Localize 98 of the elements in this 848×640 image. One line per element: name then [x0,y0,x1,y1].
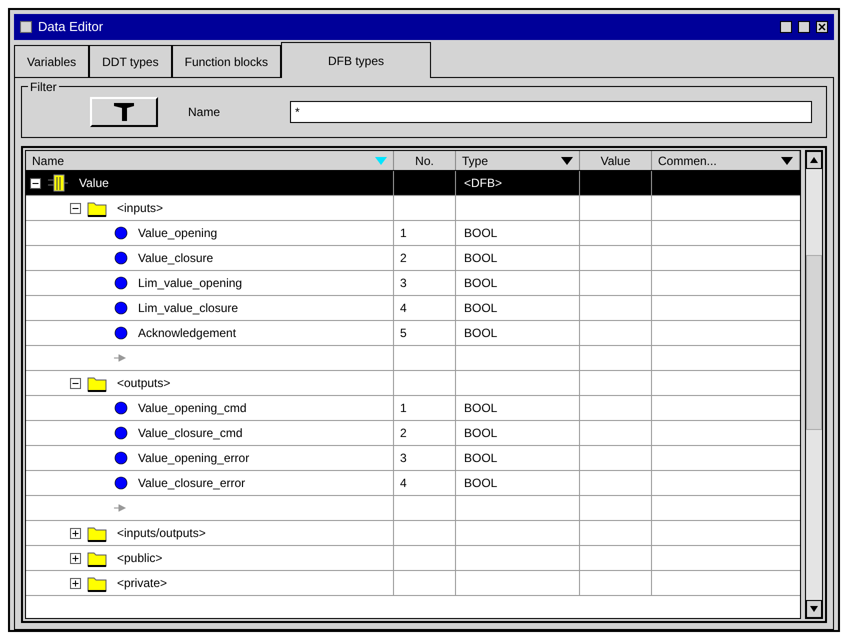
window-title: Data Editor [38,18,104,36]
variable-dot-icon [114,276,128,290]
column-header[interactable]: Commen... [652,151,800,170]
number-cell-text: 4 [400,475,407,492]
scroll-up-button[interactable] [806,151,822,169]
number-cell-text: 2 [400,425,407,442]
table-row[interactable]: <public> [26,546,800,571]
collapse-toggle-icon[interactable] [70,378,81,388]
table-row[interactable]: Lim_value_opening 3 BOOL [26,271,800,296]
variable-dot-icon [114,426,128,440]
close-icon[interactable] [816,21,828,33]
expand-toggle-icon[interactable] [70,578,81,588]
folder-icon [87,574,107,592]
table-row[interactable]: Acknowledgement 5 BOOL [26,321,800,346]
number-cell-text: 2 [400,250,407,267]
node-name: <private> [116,575,168,592]
expand-toggle-icon[interactable] [70,552,81,564]
tab[interactable]: DDT types [89,45,172,77]
variable-dot-icon [114,451,128,465]
collapse-toggle-icon[interactable] [30,178,41,188]
type-cell-text: <DFB> [464,175,502,192]
dropdown-triangle-icon[interactable] [561,156,573,164]
variable-dot-icon [114,226,128,240]
tab[interactable]: DFB types [280,42,431,78]
node-name: Lim_value_closure [137,300,240,317]
type-cell-text: BOOL [464,475,498,492]
variable-dot-icon [114,251,128,265]
table-row[interactable]: Value_closure 2 BOOL [26,246,800,271]
node-name: <public> [116,550,164,567]
type-cell-text: BOOL [464,450,498,467]
column-header[interactable]: No. [394,151,456,170]
down-arrow-icon [810,606,818,612]
table-row[interactable]: <outputs> [26,371,800,396]
folder-icon [87,200,107,216]
node-name: <outputs> [116,375,172,392]
variable-dot-icon [114,401,128,415]
number-cell-text: 1 [400,400,407,417]
node-name: <inputs> [116,200,164,217]
collapse-toggle-icon[interactable] [70,202,81,214]
filter-button[interactable] [90,97,158,127]
maximize-icon[interactable] [798,21,810,33]
scroll-down-button[interactable] [806,600,822,618]
variable-dot-icon [114,326,128,340]
node-name: Value_opening_error [137,450,250,467]
expand-toggle-icon[interactable] [70,528,81,538]
filter-icon [113,102,135,122]
number-cell-text: 3 [400,275,407,292]
table-row[interactable]: Value_opening 1 BOOL [26,221,800,246]
tab[interactable]: Variables [14,45,90,77]
table-row[interactable]: <inputs/outputs> [26,521,800,546]
variable-dot-icon [114,476,128,490]
table-row[interactable]: Value_opening_error 3 BOOL [26,446,800,471]
node-name: Value_closure_error [137,475,246,492]
name-label: Name [188,104,220,121]
number-cell-text: 1 [400,225,407,242]
pin-arrow-icon [114,504,126,512]
table-row[interactable]: <private> [26,571,800,596]
node-name: Acknowledgement [137,325,238,342]
pin-arrow-icon [114,354,126,362]
table-row[interactable]: Value_opening_cmd 1 BOOL [26,396,800,421]
number-cell-text: 3 [400,450,407,467]
minimize-icon[interactable] [780,21,792,33]
up-arrow-icon [810,157,818,163]
column-header[interactable]: Value [580,151,652,170]
node-name: <inputs/outputs> [116,525,207,542]
function-block-icon [47,174,69,192]
folder-icon [87,374,107,392]
table-row[interactable] [26,346,800,371]
node-name: Value_opening_cmd [137,400,248,417]
tab[interactable]: Function blocks [172,45,281,77]
folder-icon [87,524,107,542]
column-header[interactable]: Type [456,151,580,170]
node-name: Lim_value_opening [137,275,244,292]
table-row[interactable] [26,496,800,521]
scroll-thumb[interactable] [806,255,822,430]
table-row[interactable]: Value_closure_cmd 2 BOOL [26,421,800,446]
table-row[interactable]: <inputs> [26,196,800,221]
name-filter-field[interactable]: * [290,101,812,123]
number-cell-text: 5 [400,325,407,342]
type-cell-text: BOOL [464,225,498,242]
type-cell-text: BOOL [464,275,498,292]
dropdown-triangle-icon[interactable] [781,156,793,164]
type-cell-text: BOOL [464,250,498,267]
type-cell-text: BOOL [464,325,498,342]
folder-icon [87,550,107,566]
type-cell-text: BOOL [464,425,498,442]
node-name: Value_opening [137,225,218,242]
number-cell-text: 4 [400,300,407,317]
column-header[interactable]: Name [26,151,394,170]
table-row[interactable]: Value <DFB> [26,171,800,196]
type-cell-text: BOOL [464,400,498,417]
window-menu-icon[interactable] [20,21,32,33]
table-row[interactable]: Value_closure_error 4 BOOL [26,471,800,496]
table-row[interactable]: Lim_value_closure 4 BOOL [26,296,800,321]
node-name: Value_closure_cmd [137,425,244,442]
node-name: Value_closure [137,250,214,267]
type-cell-text: BOOL [464,300,498,317]
variable-dot-icon [114,301,128,315]
